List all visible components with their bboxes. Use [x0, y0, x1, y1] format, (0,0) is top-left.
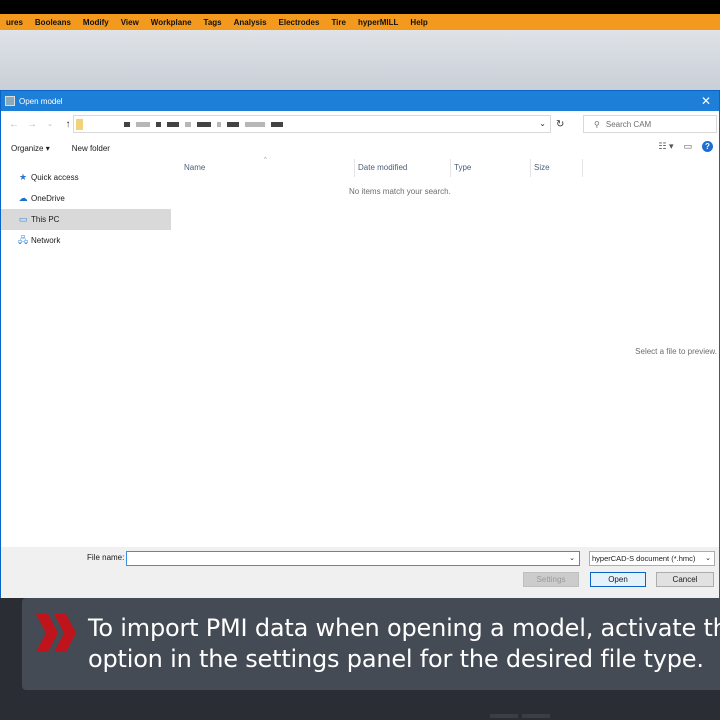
menu-analysis[interactable]: Analysis [228, 18, 273, 27]
nav-item-label: Quick access [31, 173, 79, 182]
redacted-path [227, 121, 239, 127]
navigation-pane: ★ Quick access ☁ OneDrive ▭ This PC 🖧 Ne… [1, 159, 171, 547]
toolbar-right: ☷ ▾ ▭ ? [658, 141, 713, 152]
nav-item-label: This PC [31, 215, 60, 224]
double-chevron-icon [36, 614, 76, 652]
menu-tire[interactable]: Tire [325, 18, 352, 27]
file-type-value: hyperCAD-S document (*.hmc) [592, 554, 696, 563]
nav-item-onedrive[interactable]: ☁ OneDrive [1, 188, 171, 209]
redacted-path [245, 121, 265, 127]
address-chevron-icon[interactable]: ⌄ [539, 119, 546, 128]
redacted-path [271, 121, 283, 127]
taskbar-item [490, 714, 518, 718]
search-box[interactable]: ⚲ Search CAM [583, 115, 717, 133]
nav-item-network[interactable]: 🖧 Network [1, 230, 171, 251]
caption-line-1: To import PMI data when opening a model,… [88, 614, 720, 642]
column-date-modified[interactable]: Date modified [358, 163, 407, 172]
column-divider[interactable] [354, 159, 355, 177]
app-menubar: ures Booleans Modify View Workplane Tags… [0, 14, 720, 30]
menu-workplane[interactable]: Workplane [145, 18, 198, 27]
column-size[interactable]: Size [534, 163, 550, 172]
organize-button[interactable]: Organize ▾ [11, 144, 50, 153]
column-name[interactable]: Name [184, 163, 205, 172]
preview-message: Select a file to preview. [635, 347, 717, 356]
star-icon: ★ [18, 172, 28, 182]
file-type-select[interactable]: hyperCAD-S document (*.hmc) ⌄ [589, 551, 715, 566]
preview-pane-icon[interactable]: ▭ [683, 141, 692, 152]
dialog-body: ★ Quick access ☁ OneDrive ▭ This PC 🖧 Ne… [1, 157, 720, 547]
nav-item-this-pc[interactable]: ▭ This PC [1, 209, 171, 230]
nav-item-label: Network [31, 236, 61, 245]
menu-modify[interactable]: Modify [77, 18, 115, 27]
app-icon [5, 96, 15, 106]
column-header: ^ Name Date modified Type Size [171, 157, 583, 177]
menu-features[interactable]: ures [0, 18, 29, 27]
search-icon: ⚲ [594, 119, 600, 129]
column-divider[interactable] [450, 159, 451, 177]
top-strip [0, 0, 720, 14]
nav-item-label: OneDrive [31, 194, 65, 203]
search-placeholder: Search CAM [605, 119, 652, 129]
chevron-down-icon[interactable]: ⌄ [569, 554, 575, 562]
column-divider[interactable] [530, 159, 531, 177]
empty-message: No items match your search. [349, 187, 451, 196]
redacted-path [197, 121, 211, 127]
folder-icon [76, 118, 83, 130]
taskbar-item [522, 714, 550, 718]
file-name-label: File name: [87, 553, 125, 562]
close-icon[interactable]: ✕ [697, 94, 715, 108]
sort-ascending-icon: ^ [264, 157, 267, 163]
app-background [0, 30, 720, 90]
open-model-dialog: Open model ✕ ← → ⌄ ↑ ⌄ ↻ ⚲ Search CAM Or… [0, 90, 720, 599]
file-name-input[interactable]: ⌄ [126, 551, 580, 566]
back-arrow-icon[interactable]: ← [5, 119, 23, 130]
refresh-icon[interactable]: ↻ [556, 119, 564, 130]
forward-arrow-icon[interactable]: → [23, 119, 41, 130]
computer-icon: ▭ [18, 214, 28, 224]
dialog-toolbar: Organize ▾ New folder ☷ ▾ ▭ ? [1, 137, 719, 159]
dialog-footer: File name: ⌄ hyperCAD-S document (*.hmc)… [1, 547, 719, 599]
dialog-titlebar: Open model ✕ [1, 91, 719, 111]
redacted-path [185, 121, 191, 127]
chevron-down-icon: ⌄ [703, 552, 711, 565]
redacted-path [156, 121, 161, 127]
redacted-path [136, 121, 150, 127]
nav-item-quick-access[interactable]: ★ Quick access [1, 167, 171, 188]
organize-label: Organize [11, 143, 44, 153]
dialog-title: Open model [19, 96, 63, 106]
menu-help[interactable]: Help [404, 18, 433, 27]
recent-chevron-icon[interactable]: ⌄ [41, 120, 59, 128]
menu-electrodes[interactable]: Electrodes [273, 18, 326, 27]
file-list-pane: ^ Name Date modified Type Size No items … [171, 157, 720, 547]
menu-view[interactable]: View [115, 18, 145, 27]
network-icon: 🖧 [17, 234, 29, 245]
caption-area: To import PMI data when opening a model,… [0, 598, 720, 720]
address-row: ← → ⌄ ↑ ⌄ ↻ ⚲ Search CAM [1, 111, 719, 137]
settings-button[interactable]: Settings [523, 572, 579, 587]
help-icon[interactable]: ? [702, 141, 713, 152]
cloud-icon: ☁ [18, 193, 28, 203]
view-options-icon[interactable]: ☷ ▾ [658, 141, 673, 152]
menu-hypermill[interactable]: hyperMILL [352, 18, 404, 27]
redacted-path [124, 121, 130, 127]
tutorial-caption: To import PMI data when opening a model,… [22, 598, 720, 690]
redacted-path [217, 121, 221, 127]
caption-line-2: option in the settings panel for the des… [88, 645, 704, 673]
cancel-button[interactable]: Cancel [656, 572, 714, 587]
open-button[interactable]: Open [590, 572, 646, 587]
column-divider[interactable] [582, 159, 583, 177]
menu-booleans[interactable]: Booleans [29, 18, 77, 27]
column-type[interactable]: Type [454, 163, 471, 172]
menu-tags[interactable]: Tags [198, 18, 228, 27]
address-bar[interactable]: ⌄ [73, 115, 551, 133]
redacted-path [167, 121, 179, 127]
new-folder-button[interactable]: New folder [72, 144, 110, 153]
